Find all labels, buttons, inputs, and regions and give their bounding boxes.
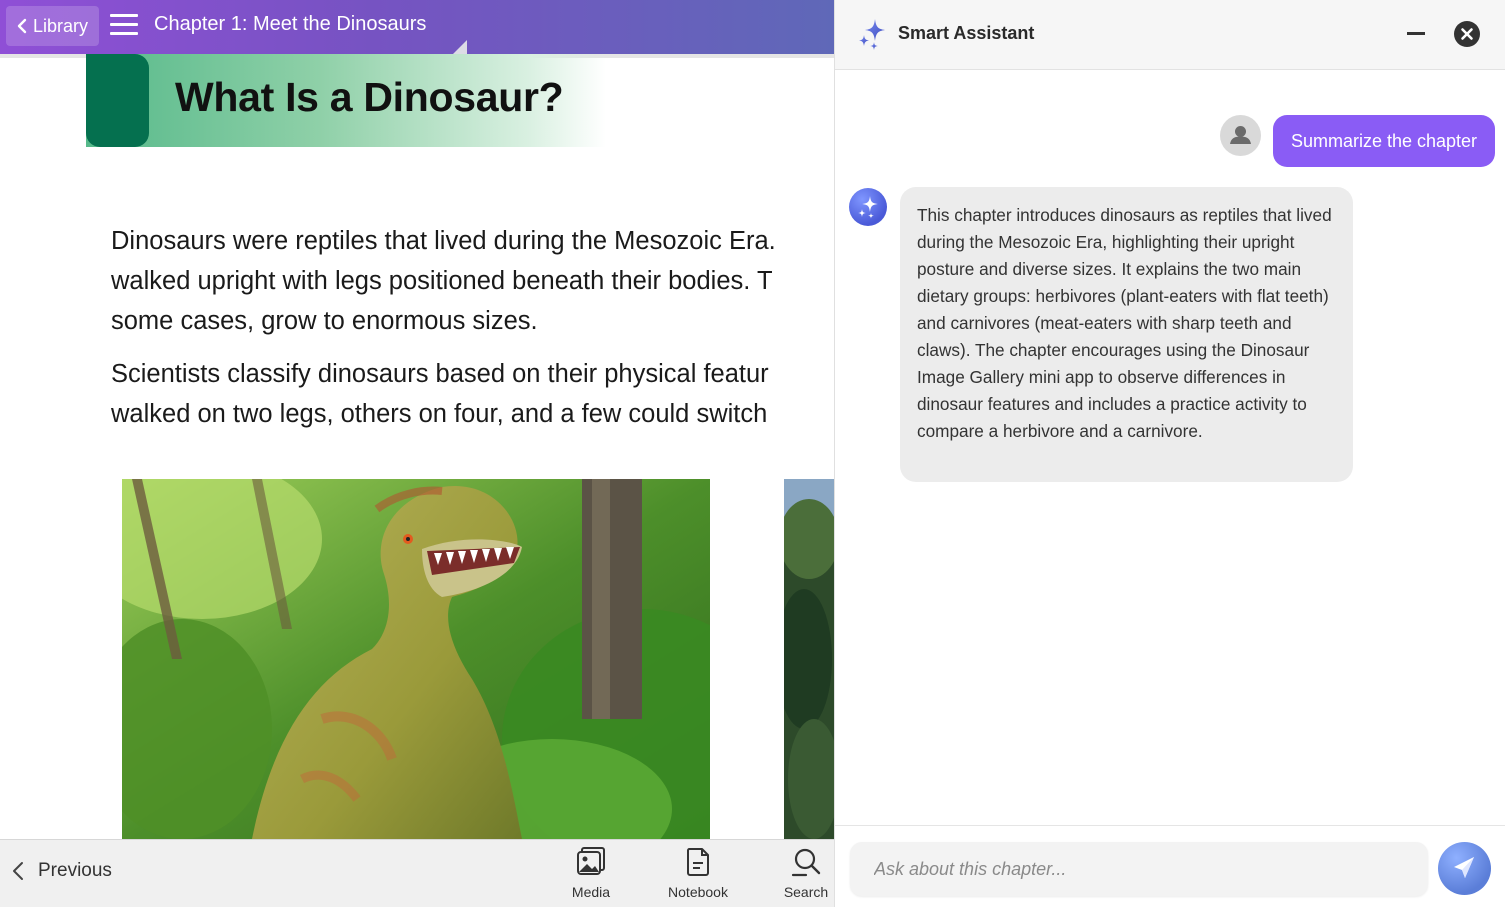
previous-label: Previous [38,860,112,881]
dinosaur-photo[interactable] [122,479,710,839]
sparkles-icon [859,19,885,50]
search-button[interactable]: Search [761,846,834,900]
paper-plane-icon [1454,857,1474,878]
user-message: Summarize the chapter [1273,115,1495,167]
notebook-button[interactable]: Notebook [653,846,743,900]
assistant-avatar-icon [849,188,887,226]
chat-input-area [835,825,1505,907]
minimize-icon[interactable] [1407,32,1425,35]
search-icon [791,848,821,877]
reader-top-bar: Library Chapter 1: Meet the Dinosaurs [0,0,834,54]
media-label: Media [571,884,611,900]
assistant-message-text: This chapter introduces dinosaurs as rep… [917,205,1332,441]
media-button[interactable]: Media [546,846,636,900]
search-label: Search [783,884,829,900]
chapter-title: Chapter 1: Meet the Dinosaurs [154,13,427,35]
paragraph-line: Scientists classify dinosaurs based on t… [111,360,769,388]
section-heading-tab [86,54,149,147]
top-bar-notch [453,40,467,54]
hamburger-menu-icon[interactable] [110,14,138,38]
library-back-label: Library [32,15,89,36]
paragraph-line: walked on two legs, others on four, and … [111,400,768,428]
library-back-button[interactable]: Library [6,6,99,46]
paragraph-line: walked upright with legs positioned bene… [111,267,773,295]
paragraph-2: Scientists classify dinosaurs based on t… [111,354,834,434]
paragraph-line: some cases, grow to enormous sizes. [111,307,538,335]
image-gallery-icon [577,847,605,875]
document-icon [686,848,709,876]
previous-button[interactable]: Previous [12,860,112,882]
forest-photo[interactable] [784,479,834,839]
smart-assistant-panel: Smart Assistant Summarize the chapter Th… [834,0,1505,907]
notebook-label: Notebook [668,884,728,900]
chevron-left-icon [17,18,27,34]
assistant-header: Smart Assistant [835,0,1505,70]
paragraph-1: Dinosaurs were reptiles that lived durin… [111,221,834,341]
reader-bottom-toolbar: Previous Media Notebook Search [0,839,834,907]
assistant-title: Smart Assistant [898,23,1035,43]
user-avatar-icon [1220,115,1261,156]
send-button[interactable] [1438,842,1491,895]
assistant-message: This chapter introduces dinosaurs as rep… [900,187,1353,482]
close-icon[interactable] [1454,21,1480,47]
paragraph-line: Dinosaurs were reptiles that lived durin… [111,227,776,255]
chat-input[interactable] [850,842,1428,896]
chevron-left-icon [13,862,23,880]
reader-pane: Library Chapter 1: Meet the Dinosaurs Wh… [0,0,834,907]
section-heading: What Is a Dinosaur? [175,74,564,120]
